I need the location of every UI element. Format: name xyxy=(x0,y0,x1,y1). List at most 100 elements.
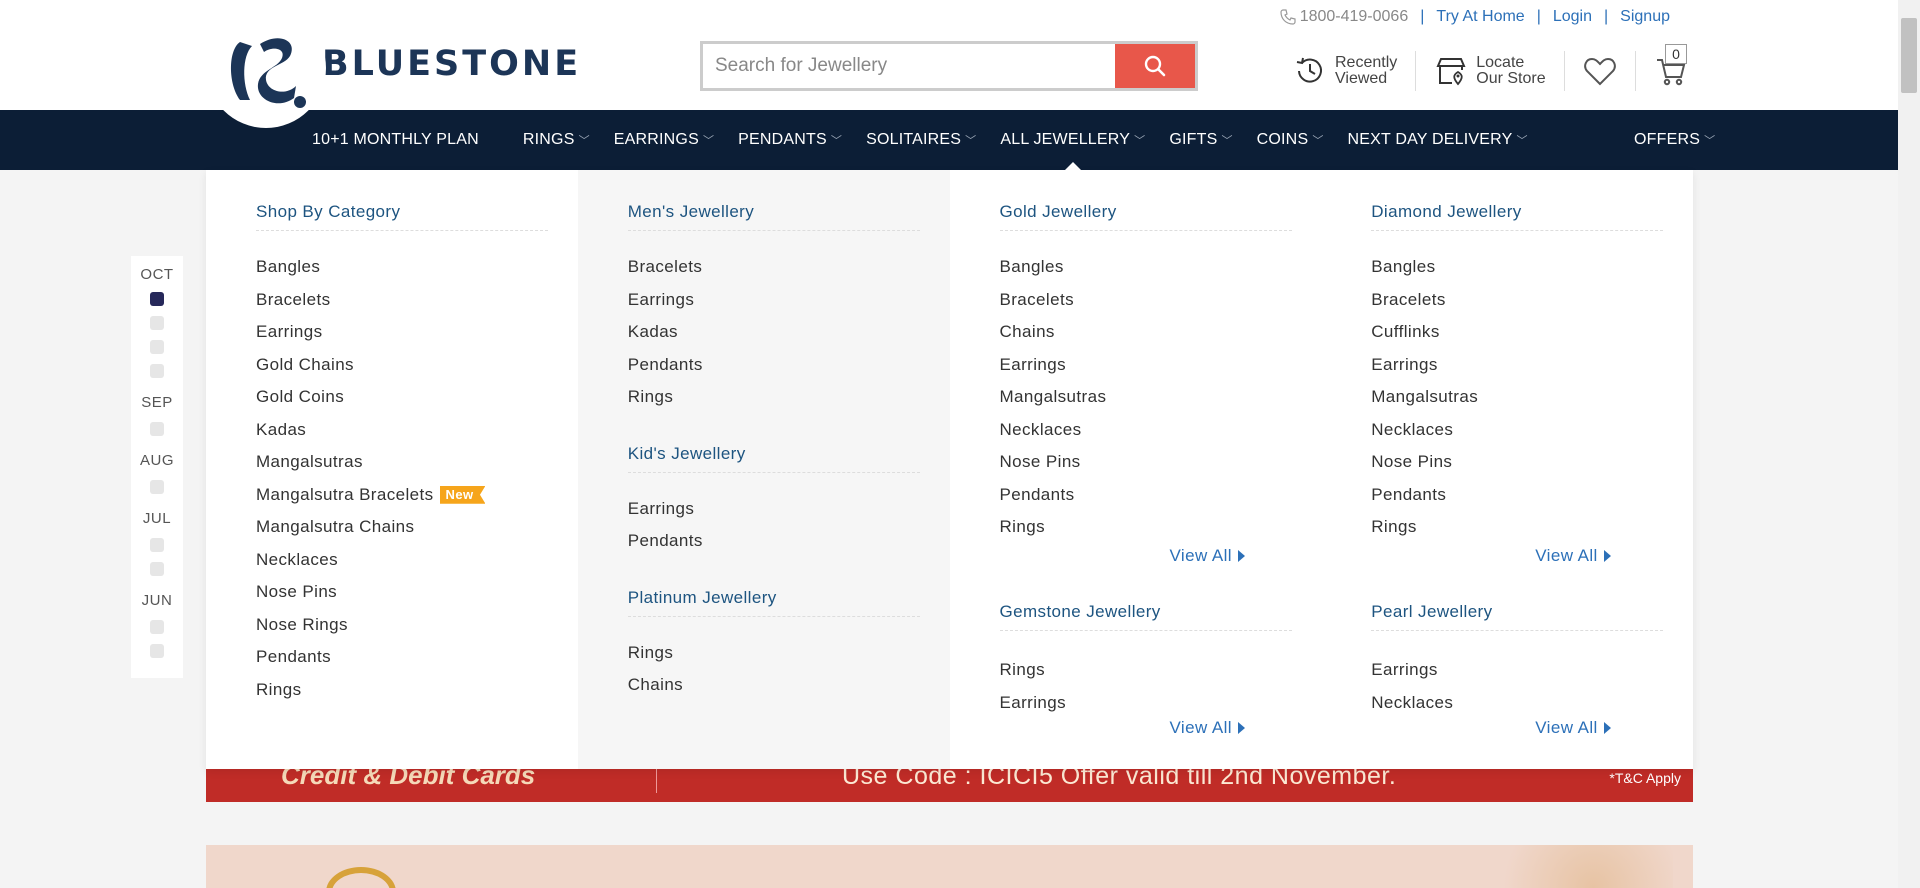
nav-item-earrings[interactable]: EARRINGS ﹀ xyxy=(602,110,726,170)
menu-link[interactable]: Nose Pins xyxy=(1371,446,1693,479)
nav-label: ALL JEWELLERY xyxy=(1000,131,1131,148)
menu-link[interactable]: Earrings xyxy=(1371,654,1453,687)
menu-link[interactable]: Bracelets xyxy=(1000,284,1322,317)
menu-link[interactable]: Cufflinks xyxy=(1371,316,1693,349)
menu-link[interactable]: Pendants xyxy=(628,525,950,558)
menu-link[interactable]: Bangles xyxy=(256,251,578,284)
nav-item-rings[interactable]: RINGS ﹀ xyxy=(511,110,602,170)
menu-link[interactable]: Bracelets xyxy=(1371,284,1693,317)
menu-link[interactable]: Pendants xyxy=(628,349,950,382)
timeline-dot[interactable] xyxy=(150,562,164,576)
menu-link[interactable]: Mangalsutras xyxy=(1371,381,1693,414)
scrollbar-thumb[interactable] xyxy=(1901,18,1917,93)
timeline-dot[interactable] xyxy=(150,340,164,354)
search-button[interactable] xyxy=(1115,44,1195,88)
timeline-dot[interactable] xyxy=(150,422,164,436)
all-jewellery-mega-menu: Shop By Category Bangles Bracelets Earri… xyxy=(206,170,1693,769)
menu-link[interactable]: Rings xyxy=(1000,654,1067,687)
gemstone-list: Rings Earrings xyxy=(1000,654,1067,719)
menu-link[interactable]: Rings xyxy=(628,381,950,414)
section-title[interactable]: Kid's Jewellery xyxy=(627,444,920,473)
timeline-dot[interactable] xyxy=(150,620,164,634)
menu-link[interactable]: Bracelets xyxy=(256,284,578,317)
divider: | xyxy=(1536,8,1541,25)
menu-link[interactable]: Earrings xyxy=(256,316,578,349)
hero-banner[interactable] xyxy=(206,845,1693,888)
menu-link[interactable]: Pendants xyxy=(1371,479,1693,512)
menu-link[interactable]: Kadas xyxy=(628,316,950,349)
nav-item-next-day-delivery[interactable]: NEXT DAY DELIVERY ﹀ xyxy=(1336,110,1540,170)
menu-link[interactable]: Mangalsutra Chains xyxy=(256,511,578,544)
menu-link[interactable]: Earrings xyxy=(1000,687,1067,720)
nav-item-all-jewellery[interactable]: ALL JEWELLERY ﹀ xyxy=(988,110,1157,170)
menu-link[interactable]: Chains xyxy=(628,669,950,702)
nav-label: COINS xyxy=(1256,131,1309,148)
menu-link[interactable]: Gold Chains xyxy=(256,349,578,382)
timeline-dot[interactable] xyxy=(150,316,164,330)
nav-label: OFFERS xyxy=(1634,131,1701,148)
nav-item-offers[interactable]: OFFERS ﹀ xyxy=(1622,110,1727,170)
nav-item-monthly-plan[interactable]: 10+1 MONTHLY PLAN xyxy=(300,110,491,170)
menu-link[interactable]: Gold Coins xyxy=(256,381,578,414)
brand-logo[interactable] xyxy=(206,8,326,128)
menu-link[interactable]: Bracelets xyxy=(628,251,950,284)
bluestone-logo-icon xyxy=(231,38,306,108)
locate-store-button[interactable]: Locate Our Store xyxy=(1416,51,1565,91)
timeline-month: SEP xyxy=(141,394,173,411)
try-at-home-link[interactable]: Try At Home xyxy=(1436,8,1524,26)
phone-contact[interactable]: 1800-419-0066 xyxy=(1280,8,1408,26)
nav-item-coins[interactable]: COINS ﹀ xyxy=(1245,110,1336,170)
menu-link[interactable]: Rings xyxy=(628,637,950,670)
menu-link[interactable]: Mangalsutra Bracelets New xyxy=(256,479,578,512)
menu-link[interactable]: Nose Pins xyxy=(1000,446,1322,479)
view-all-gold-link[interactable]: View All xyxy=(1170,546,1245,566)
menu-link[interactable]: Necklaces xyxy=(1371,687,1453,720)
timeline-dot[interactable] xyxy=(150,480,164,494)
menu-link[interactable]: Bangles xyxy=(1000,251,1322,284)
timeline-dot[interactable] xyxy=(150,644,164,658)
section-title[interactable]: Diamond Jewellery xyxy=(1371,202,1664,231)
menu-link[interactable]: Earrings xyxy=(628,284,950,317)
menu-link[interactable]: Earrings xyxy=(1000,349,1322,382)
wishlist-button[interactable] xyxy=(1565,51,1636,91)
menu-link[interactable]: Bangles xyxy=(1371,251,1693,284)
menu-link[interactable]: Earrings xyxy=(628,493,950,526)
page-scrollbar[interactable] xyxy=(1898,0,1920,888)
menu-link[interactable]: Nose Pins xyxy=(256,576,578,609)
section-title[interactable]: Pearl Jewellery xyxy=(1371,602,1664,631)
timeline-month: OCT xyxy=(140,266,174,283)
menu-link[interactable]: Mangalsutras xyxy=(1000,381,1322,414)
menu-link[interactable]: Rings xyxy=(256,674,578,707)
nav-item-solitaires[interactable]: SOLITAIRES ﹀ xyxy=(854,110,988,170)
menu-link[interactable]: Pendants xyxy=(1000,479,1322,512)
menu-link[interactable]: Pendants xyxy=(256,641,578,674)
section-title[interactable]: Platinum Jewellery xyxy=(627,588,920,617)
nav-item-pendants[interactable]: PENDANTS ﹀ xyxy=(726,110,854,170)
view-all-pearl-link[interactable]: View All xyxy=(1535,718,1611,738)
login-link[interactable]: Login xyxy=(1553,8,1592,26)
nav-item-gifts[interactable]: GIFTS ﹀ xyxy=(1157,110,1244,170)
menu-link[interactable]: Necklaces xyxy=(256,544,578,577)
menu-link[interactable]: Earrings xyxy=(1371,349,1693,382)
menu-link[interactable]: Necklaces xyxy=(1371,414,1693,447)
brand-name[interactable]: BLUESTONE xyxy=(322,44,581,84)
menu-link[interactable]: Necklaces xyxy=(1000,414,1322,447)
menu-link[interactable]: Kadas xyxy=(256,414,578,447)
signup-link[interactable]: Signup xyxy=(1620,8,1670,26)
timeline-dot[interactable] xyxy=(150,538,164,552)
view-all-diamond-link[interactable]: View All xyxy=(1535,546,1611,566)
search-input[interactable] xyxy=(703,44,1115,88)
section-title: Shop By Category xyxy=(256,202,548,231)
menu-link[interactable]: Rings xyxy=(1000,511,1322,544)
timeline-dot[interactable] xyxy=(150,364,164,378)
menu-link[interactable]: Chains xyxy=(1000,316,1322,349)
view-all-gemstone-link[interactable]: View All xyxy=(1170,718,1245,738)
section-title[interactable]: Gemstone Jewellery xyxy=(999,602,1292,631)
section-title[interactable]: Gold Jewellery xyxy=(999,202,1292,231)
section-title[interactable]: Men's Jewellery xyxy=(627,202,920,231)
menu-link[interactable]: Mangalsutras xyxy=(256,446,578,479)
recently-viewed-button[interactable]: Recently Viewed xyxy=(1275,51,1417,91)
menu-link[interactable]: Nose Rings xyxy=(256,609,578,642)
timeline-dot-active[interactable] xyxy=(150,292,164,306)
menu-link[interactable]: Rings xyxy=(1371,511,1693,544)
